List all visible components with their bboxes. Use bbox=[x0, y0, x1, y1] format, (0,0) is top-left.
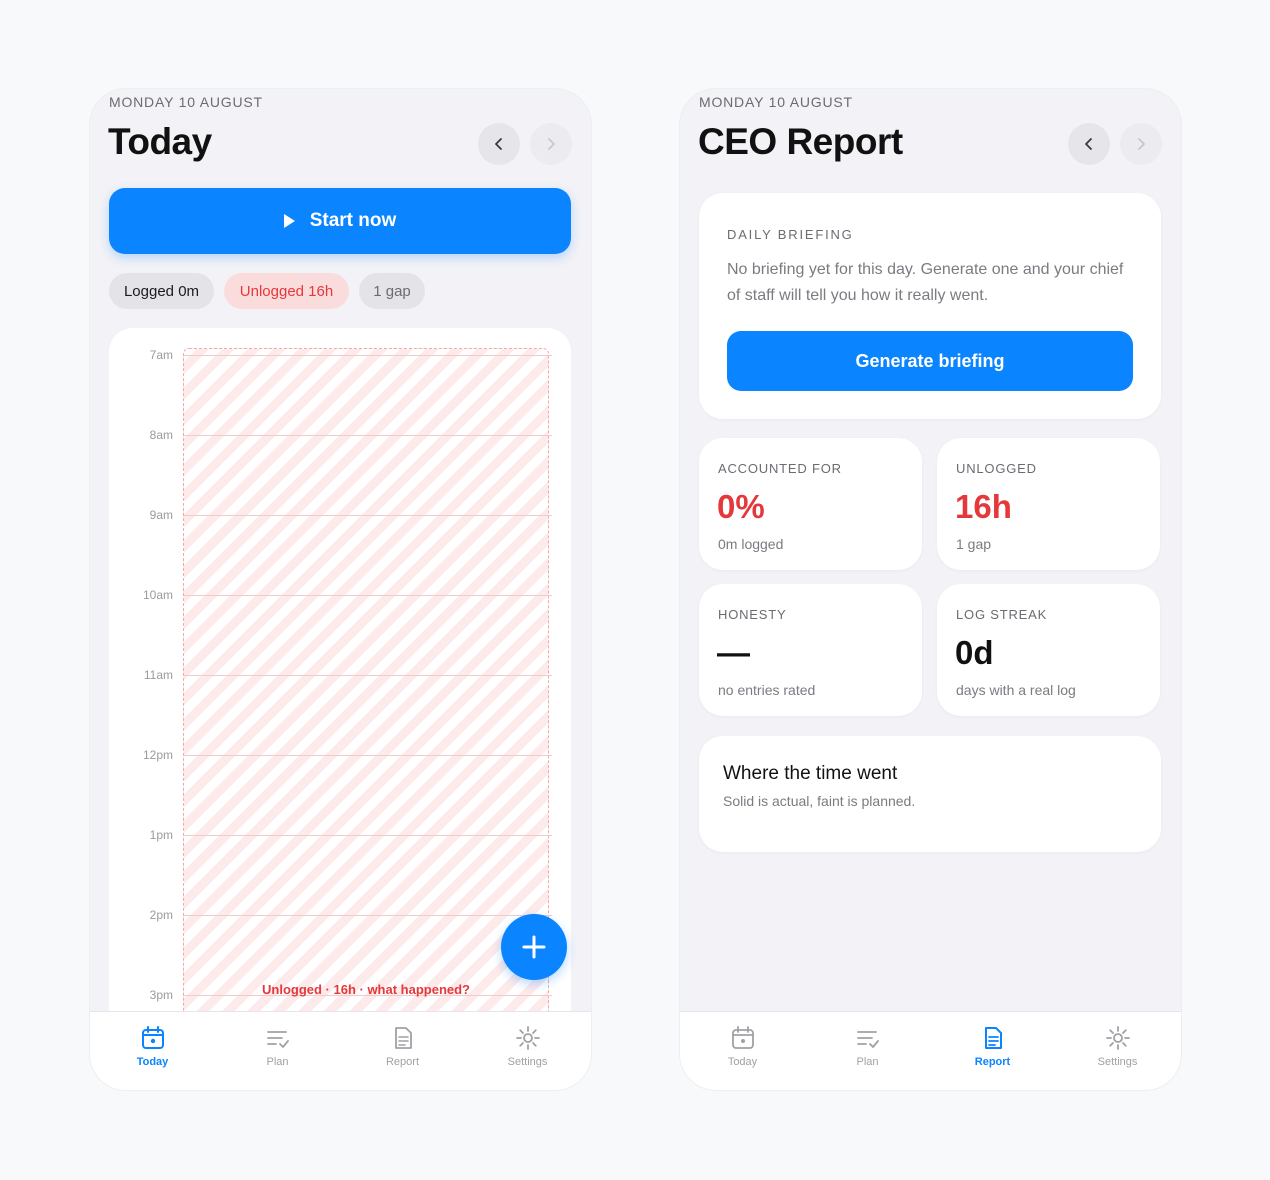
hour-label: 11am bbox=[143, 668, 173, 682]
unlogged-pill[interactable]: Unlogged 16h bbox=[224, 273, 349, 309]
tab-bar: Today Plan Report Settings bbox=[680, 1011, 1181, 1090]
where-title: Where the time went bbox=[723, 763, 898, 784]
hour-gridline bbox=[184, 435, 552, 436]
gear-icon bbox=[1106, 1026, 1130, 1050]
chevron-right-icon bbox=[1138, 138, 1145, 150]
stat-sub: 1 gap bbox=[956, 536, 992, 552]
previous-day-button[interactable] bbox=[478, 123, 520, 165]
tab-today[interactable]: Today bbox=[90, 1012, 215, 1090]
stat-sub: no entries rated bbox=[718, 682, 816, 698]
hour-gridline bbox=[184, 355, 552, 356]
tab-report[interactable]: Report bbox=[340, 1012, 465, 1090]
hour-label: 9am bbox=[149, 508, 173, 522]
hour-gridline bbox=[184, 755, 552, 756]
checklist-icon bbox=[267, 1031, 289, 1048]
tab-report-label: Report bbox=[385, 1056, 420, 1068]
tab-today[interactable]: Today bbox=[680, 1012, 805, 1090]
hour-label: 12pm bbox=[142, 748, 173, 762]
date-label: MONDAY 10 AUGUST bbox=[109, 94, 263, 110]
stat-value: — bbox=[717, 634, 750, 671]
hour-gridline bbox=[184, 515, 552, 516]
date-label: MONDAY 10 AUGUST bbox=[699, 94, 853, 110]
hour-label: 3pm bbox=[149, 988, 173, 1002]
checklist-icon bbox=[857, 1031, 879, 1048]
document-icon bbox=[985, 1027, 1002, 1049]
next-day-button[interactable] bbox=[530, 123, 572, 165]
chevron-right-icon bbox=[548, 138, 555, 150]
where-time-went-card: Where the time went Solid is actual, fai… bbox=[699, 736, 1161, 852]
tab-settings-label: Settings bbox=[1097, 1056, 1138, 1068]
tab-settings[interactable]: Settings bbox=[465, 1012, 590, 1090]
briefing-heading: DAILY BRIEFING bbox=[727, 227, 854, 242]
stat-label: ACCOUNTED FOR bbox=[718, 461, 842, 476]
today-screen: MONDAY 10 AUGUST Today Start now Logged … bbox=[90, 89, 591, 1090]
stat-label: LOG STREAK bbox=[956, 607, 1048, 622]
hour-label: 10am bbox=[142, 588, 173, 602]
calendar-icon bbox=[142, 1026, 164, 1049]
document-icon bbox=[395, 1027, 412, 1049]
tab-plan-label: Plan bbox=[266, 1056, 289, 1068]
tab-report[interactable]: Report bbox=[930, 1012, 1055, 1090]
briefing-text: No briefing yet for this day. Generate o… bbox=[727, 261, 1124, 304]
hour-gridline bbox=[184, 675, 552, 676]
plus-icon bbox=[522, 935, 546, 959]
tab-today-label: Today bbox=[727, 1056, 758, 1068]
chevron-left-icon bbox=[495, 138, 502, 150]
daily-briefing-card: DAILY BRIEFING No briefing yet for this … bbox=[699, 193, 1161, 419]
where-subtitle: Solid is actual, faint is planned. bbox=[723, 793, 916, 809]
stat-label: HONESTY bbox=[718, 607, 787, 622]
accounted-for-card: ACCOUNTED FOR 0% 0m logged bbox=[699, 438, 922, 570]
page-title: CEO Report bbox=[698, 121, 903, 162]
unlogged-card: UNLOGGED 16h 1 gap bbox=[937, 438, 1160, 570]
tab-plan[interactable]: Plan bbox=[215, 1012, 340, 1090]
hour-gridline bbox=[184, 915, 552, 916]
next-day-button[interactable] bbox=[1120, 123, 1162, 165]
unlogged-block[interactable] bbox=[183, 348, 549, 1050]
hour-gridline bbox=[184, 595, 552, 596]
start-now-button[interactable]: Start now bbox=[109, 188, 571, 254]
hour-gridline bbox=[184, 835, 552, 836]
logged-pill[interactable]: Logged 0m bbox=[109, 273, 214, 309]
previous-day-button[interactable] bbox=[1068, 123, 1110, 165]
stat-value: 16h bbox=[955, 488, 1012, 525]
tab-settings-label: Settings bbox=[507, 1056, 548, 1068]
ceo-report-screen: MONDAY 10 AUGUST CEO Report DAILY BRIEFI… bbox=[680, 89, 1181, 1090]
gap-pill[interactable]: 1 gap bbox=[359, 273, 425, 309]
page-title: Today bbox=[108, 121, 212, 162]
stat-value: 0% bbox=[717, 488, 765, 525]
tab-report-label: Report bbox=[974, 1056, 1011, 1068]
timeline: 7am 8am 9am 10am 11am 12pm 1pm 2pm 3pm Unlogged … bbox=[109, 328, 571, 1090]
hour-label: 1pm bbox=[149, 828, 173, 842]
tab-settings[interactable]: Settings bbox=[1055, 1012, 1180, 1090]
stat-label: UNLOGGED bbox=[956, 461, 1037, 476]
stat-sub: 0m logged bbox=[718, 536, 784, 552]
hour-label: 2pm bbox=[149, 908, 173, 922]
generate-briefing-button[interactable]: Generate briefing bbox=[727, 331, 1133, 391]
unlogged-caption[interactable]: Unlogged · 16h · what happened? bbox=[183, 982, 549, 997]
honesty-card: HONESTY — no entries rated bbox=[699, 584, 922, 716]
chevron-left-icon bbox=[1085, 138, 1092, 150]
tab-plan[interactable]: Plan bbox=[805, 1012, 930, 1090]
stat-value: 0d bbox=[955, 634, 994, 671]
hour-label: 7am bbox=[149, 348, 173, 362]
add-entry-button[interactable] bbox=[501, 914, 567, 980]
tab-bar: Today Plan Report Settings bbox=[90, 1011, 591, 1090]
play-icon bbox=[283, 214, 295, 228]
start-now-label: Start now bbox=[309, 210, 397, 231]
hour-label: 8am bbox=[149, 428, 173, 442]
stat-sub: days with a real log bbox=[956, 682, 1076, 698]
gear-icon bbox=[516, 1026, 540, 1050]
log-streak-card: LOG STREAK 0d days with a real log bbox=[937, 584, 1160, 716]
tab-plan-label: Plan bbox=[856, 1056, 879, 1068]
calendar-icon bbox=[732, 1026, 754, 1049]
tab-today-label: Today bbox=[136, 1056, 169, 1068]
